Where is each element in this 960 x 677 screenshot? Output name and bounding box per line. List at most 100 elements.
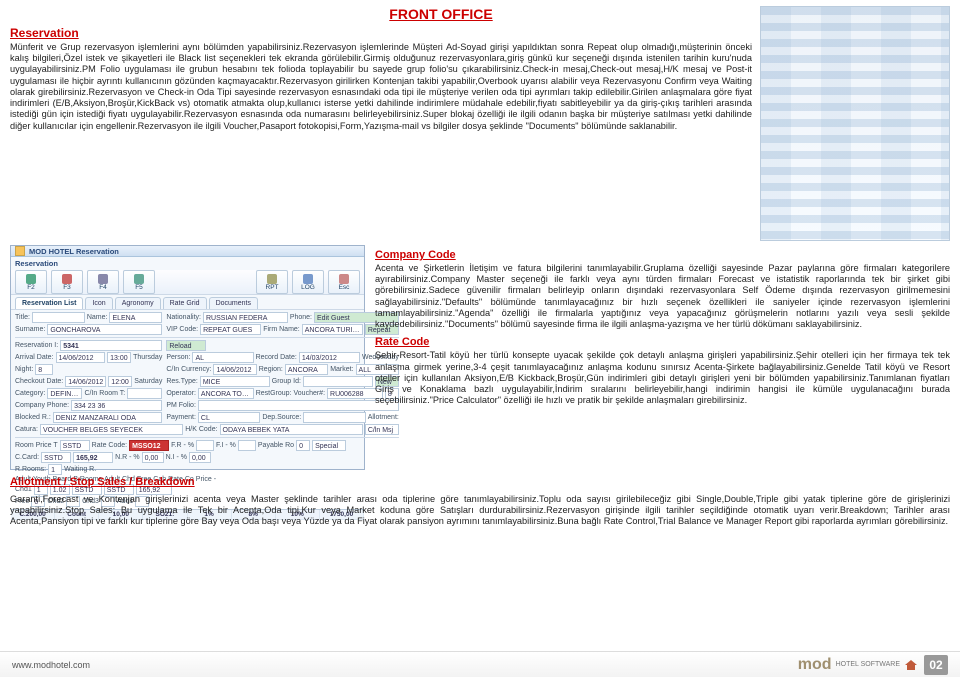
- arrival-input[interactable]: 14/06/2012: [56, 352, 106, 363]
- ccard-input[interactable]: SSTD: [41, 452, 71, 463]
- person-input[interactable]: AL: [192, 352, 253, 363]
- lbl-price2: Price -: [196, 476, 216, 483]
- lbl-surname: Surname:: [15, 326, 45, 333]
- rate-para: Şehir-Resort-Tatil köyü her türlü konsep…: [375, 350, 950, 406]
- delete-button[interactable]: F3: [51, 270, 83, 294]
- lbl-nat: Nationality:: [166, 314, 201, 321]
- rrooms-input[interactable]: 1: [48, 464, 62, 475]
- window-title: MOD HOTEL Reservation: [29, 247, 119, 256]
- cin-input[interactable]: 14/06/2012: [213, 364, 256, 375]
- tab-documents[interactable]: Documents: [209, 297, 258, 309]
- restype-input[interactable]: MICE: [200, 376, 270, 387]
- nr-input[interactable]: 0,00: [142, 452, 164, 463]
- company-para: Acenta ve Şirketlerin İletişim ve fatura…: [375, 263, 950, 330]
- lbl-rrooms: R.Rooms:: [15, 466, 46, 473]
- vip-input[interactable]: REPEAT GUES: [200, 324, 261, 335]
- nat-input[interactable]: RUSSIAN FEDERA: [203, 312, 288, 323]
- tab-agronomy[interactable]: Agronomy: [115, 297, 161, 309]
- title-input[interactable]: [32, 312, 85, 323]
- f5-button[interactable]: F5: [123, 270, 155, 294]
- window-section: Reservation: [11, 257, 364, 270]
- catura-input[interactable]: VOUCHER BELGES SEYECEK: [40, 424, 183, 435]
- lbl-night: Night:: [15, 366, 33, 373]
- page-footer: www.modhotel.com mod HOTEL SOFTWARE 02: [0, 651, 960, 677]
- night-input[interactable]: 8: [35, 364, 53, 375]
- blockedr-input[interactable]: DENIZ MANZARALI ODA: [53, 412, 163, 423]
- arrtime-input[interactable]: 13:00: [107, 352, 131, 363]
- lbl-payable: Payable Ro: [258, 442, 294, 449]
- app-screenshot-thumb: [760, 6, 950, 241]
- save-button[interactable]: F2: [15, 270, 47, 294]
- page-number: 02: [924, 655, 948, 675]
- compphone-input[interactable]: 334 23 36: [71, 400, 162, 411]
- hk-input[interactable]: ODAYA BEBEK YATA: [220, 424, 363, 435]
- region-input[interactable]: ANCORA: [285, 364, 328, 375]
- lbl-compphone: Company Phone:: [15, 402, 69, 409]
- lbl-payment: Payment:: [166, 414, 196, 421]
- lbl-hk: H/K Code:: [185, 426, 217, 433]
- lbl-waitingr: Waiting R.: [64, 466, 96, 473]
- lbl-market: Market:: [330, 366, 353, 373]
- lbl-sat: Saturday: [134, 378, 162, 385]
- reservation-window: MOD HOTEL Reservation Reservation F2 F3 …: [10, 245, 365, 470]
- payable-input[interactable]: 0: [296, 440, 310, 451]
- roompricet-input[interactable]: SSTD: [60, 440, 90, 451]
- firm-input[interactable]: ANCORA TURIZM: [302, 324, 363, 335]
- house-icon: [904, 658, 918, 672]
- lbl-name: Name:: [87, 314, 108, 321]
- fr-input[interactable]: [196, 440, 214, 451]
- lbl-depsource: Dep.Source:: [262, 414, 301, 421]
- lbl-fi: F.I - %: [216, 442, 236, 449]
- pmfolio-input[interactable]: [198, 400, 399, 411]
- lbl-person: Person:: [166, 354, 190, 361]
- lbl-recdate: Record Date:: [256, 354, 297, 361]
- surname-input[interactable]: GONCHAROVA: [47, 324, 162, 335]
- recdate-input[interactable]: 14/03/2012: [299, 352, 360, 363]
- lbl-cat: Category:: [15, 390, 45, 397]
- lbl-ccard: C.Card:: [15, 454, 39, 461]
- lbl-region: Region:: [259, 366, 283, 373]
- lbl-thu: Thursday: [133, 354, 162, 361]
- op-input[interactable]: ANCORA TOUR. TİC: [198, 388, 254, 399]
- ratecode-input[interactable]: MSSO12: [129, 440, 169, 451]
- tab-reservation-list[interactable]: Reservation List: [15, 297, 83, 309]
- groupid-input[interactable]: [303, 376, 373, 387]
- tab-icon[interactable]: Icon: [85, 297, 112, 309]
- price-input[interactable]: 165,92: [73, 452, 113, 463]
- log-button[interactable]: LOG: [292, 270, 324, 294]
- lbl-pmfolio: PM Folio:: [166, 402, 196, 409]
- lbl-vip: VIP Code:: [166, 326, 198, 333]
- cinroom-input[interactable]: [127, 388, 162, 399]
- esc-button[interactable]: Esc: [328, 270, 360, 294]
- lbl-voucher: Voucher#:: [294, 390, 326, 397]
- payment-input[interactable]: CL: [198, 412, 260, 423]
- lbl-restgrp: RestGroup:: [256, 390, 292, 397]
- lbl-roomprice: Room Price T: [15, 442, 58, 449]
- fi-input[interactable]: [238, 440, 256, 451]
- special-btn[interactable]: Special: [312, 440, 346, 451]
- resvid-input[interactable]: 5341: [60, 340, 162, 351]
- name-input[interactable]: ELENA: [109, 312, 162, 323]
- lbl-firm: Firm Name:: [263, 326, 300, 333]
- lbl-cin: C/In Currency:: [166, 366, 211, 373]
- lbl-groupid: Group Id:: [272, 378, 301, 385]
- lbl-cinroom: C/In Room T:: [84, 390, 125, 397]
- reservation-hdg: Reservation: [10, 26, 752, 40]
- company-hdg: Company Code: [375, 249, 950, 261]
- checkout-input[interactable]: 14/06/2012: [65, 376, 106, 387]
- print-button[interactable]: F4: [87, 270, 119, 294]
- window-tabs: Reservation List Icon Agronomy Rate Grid…: [11, 295, 364, 310]
- reload-btn[interactable]: Reload: [166, 340, 206, 351]
- lbl-resvid: Reservation I:: [15, 342, 58, 349]
- logo-main: mod: [798, 656, 832, 674]
- lbl-fr: F.R - %: [171, 442, 194, 449]
- depsource-input[interactable]: [303, 412, 365, 423]
- lbl-phone: Phone:: [290, 314, 312, 321]
- rate-hdg: Rate Code: [375, 336, 950, 348]
- ni-input[interactable]: 0,00: [189, 452, 211, 463]
- tab-rate-grid[interactable]: Rate Grid: [163, 297, 207, 309]
- cotime-input[interactable]: 12:00: [108, 376, 132, 387]
- rpt-button[interactable]: RPT: [256, 270, 288, 294]
- cat-input[interactable]: DEFINITE: [47, 388, 82, 399]
- lbl-nr: N.R - %: [115, 454, 140, 461]
